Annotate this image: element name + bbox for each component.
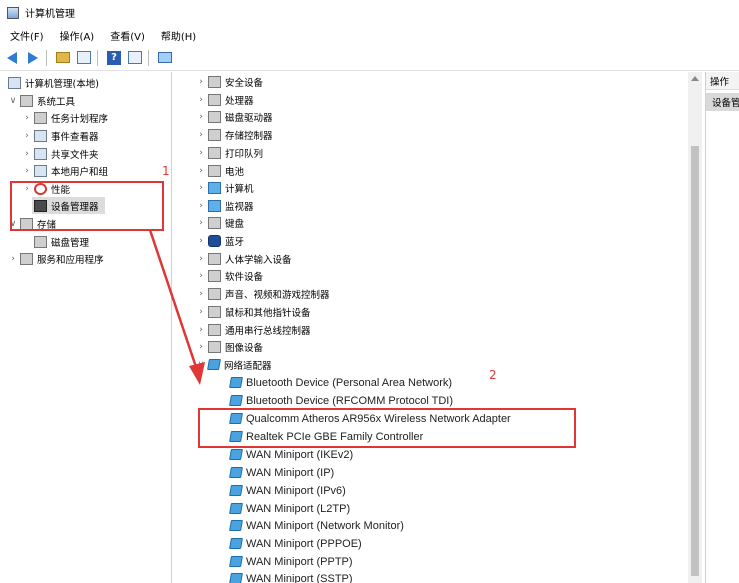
- annotation-arrow-line: [148, 229, 199, 371]
- annotation-arrow-head: [189, 362, 205, 385]
- annotation-arrow: [148, 229, 205, 385]
